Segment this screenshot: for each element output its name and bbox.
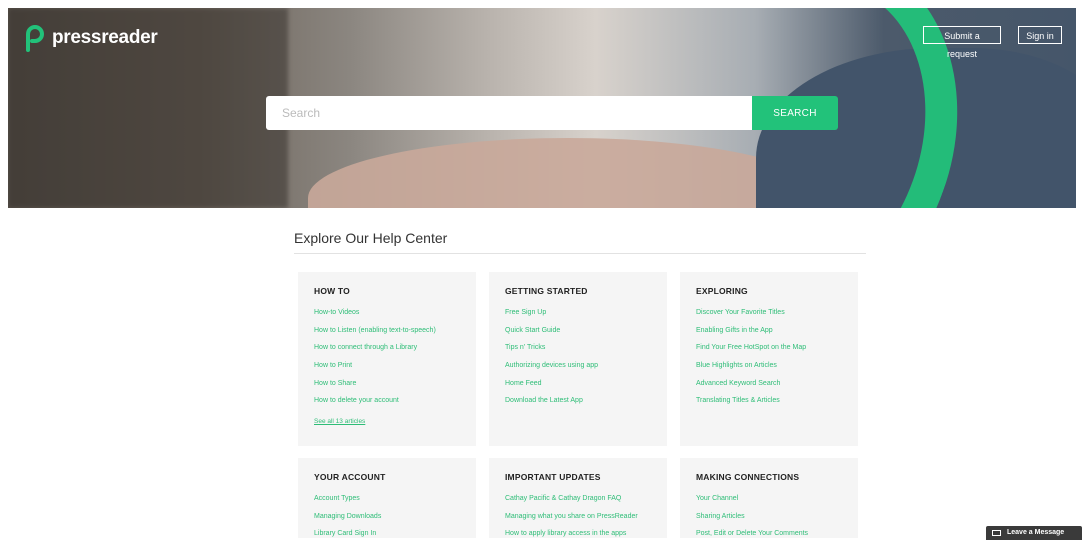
category-card-getting-started: GETTING STARTED Free Sign Up Quick Start… [489, 272, 667, 446]
article-link[interactable]: Managing Downloads [314, 512, 476, 530]
article-link[interactable]: Authorizing devices using app [505, 361, 667, 379]
submit-request-button[interactable]: Submit a request [923, 26, 1001, 59]
article-link[interactable]: How to connect through a Library [314, 343, 476, 361]
logo-text: pressreader [52, 27, 158, 48]
article-link[interactable]: Advanced Keyword Search [696, 379, 858, 397]
see-all-articles-link[interactable]: See all 13 articles [314, 418, 476, 425]
article-link[interactable]: Translating Titles & Articles [696, 396, 858, 414]
category-card-your-account: YOUR ACCOUNT Account Types Managing Down… [298, 458, 476, 538]
category-title[interactable]: EXPLORING [696, 286, 858, 296]
category-title[interactable]: MAKING CONNECTIONS [696, 472, 858, 482]
search-button[interactable]: SEARCH [752, 96, 838, 130]
pressreader-logo[interactable]: pressreader [24, 24, 158, 52]
category-card-making-connections: MAKING CONNECTIONS Your Channel Sharing … [680, 458, 858, 538]
article-link[interactable]: Cathay Pacific & Cathay Dragon FAQ [505, 494, 667, 512]
article-link[interactable]: Blue Highlights on Articles [696, 361, 858, 379]
article-link[interactable]: Quick Start Guide [505, 326, 667, 344]
article-link[interactable]: How to apply library access in the apps [505, 529, 667, 547]
search-bar: SEARCH [266, 96, 838, 130]
envelope-icon [992, 530, 1001, 536]
article-link[interactable]: Discover Your Favorite Titles [696, 308, 858, 326]
article-link[interactable]: Free Sign Up [505, 308, 667, 326]
article-link[interactable]: Library Card Sign In [314, 529, 476, 547]
article-link[interactable]: How to delete your account [314, 396, 476, 414]
article-link[interactable]: Tips n' Tricks [505, 343, 667, 361]
title-divider [294, 253, 866, 254]
article-link[interactable]: Sharing Articles [696, 512, 858, 530]
article-link[interactable]: How to Share [314, 379, 476, 397]
category-card-exploring: EXPLORING Discover Your Favorite Titles … [680, 272, 858, 446]
category-card-important-updates: IMPORTANT UPDATES Cathay Pacific & Catha… [489, 458, 667, 538]
article-link[interactable]: Home Feed [505, 379, 667, 397]
article-link[interactable]: Your Channel [696, 494, 858, 512]
category-title[interactable]: IMPORTANT UPDATES [505, 472, 667, 482]
article-link[interactable]: How-to Videos [314, 308, 476, 326]
category-title[interactable]: HOW TO [314, 286, 476, 296]
article-link[interactable]: How to Print [314, 361, 476, 379]
category-title[interactable]: GETTING STARTED [505, 286, 667, 296]
article-link[interactable]: Managing what you share on PressReader [505, 512, 667, 530]
article-link[interactable]: Post, Edit or Delete Your Comments [696, 529, 858, 547]
sign-in-button[interactable]: Sign in [1018, 26, 1062, 44]
article-link[interactable]: Download the Latest App [505, 396, 667, 414]
article-link[interactable]: Account Types [314, 494, 476, 512]
article-link[interactable]: Enabling Gifts in the App [696, 326, 858, 344]
page-title: Explore Our Help Center [294, 230, 448, 246]
search-input[interactable] [266, 96, 752, 130]
category-card-how-to: HOW TO How-to Videos How to Listen (enab… [298, 272, 476, 446]
article-link[interactable]: Find Your Free HotSpot on the Map [696, 343, 858, 361]
pressreader-logo-icon [26, 25, 44, 52]
category-title[interactable]: YOUR ACCOUNT [314, 472, 476, 482]
article-link[interactable]: How to Listen (enabling text-to-speech) [314, 326, 476, 344]
